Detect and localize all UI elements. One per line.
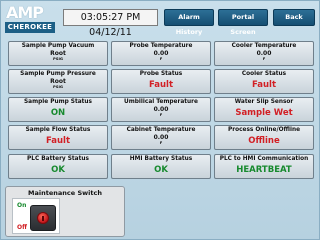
tile-label: Water Slip Sensor [234,99,294,105]
status-value: HEARTBEAT [236,165,292,175]
tile-label: Sample Flow Status [25,127,91,133]
tile-sample-pump-pressure: Sample Pump Pressure Root PSIG [8,69,108,94]
switch-off-label: Off [17,224,27,231]
status-value: Fault [45,136,71,146]
status-value: Sample Wet [235,108,293,118]
tile-umbilical-temperature: Umbilical Temperature 0.00 F [111,97,211,122]
tile-cooler-temperature: Cooler Temperature 0.00 F [214,41,314,66]
tile-unit: F [159,140,163,145]
tile-cabinet-temperature: Cabinet Temperature 0.00 F [111,125,211,150]
tile-unit: F [159,112,163,117]
status-value: ON [50,108,66,118]
tile-label: PLC Battery Status [27,156,89,162]
status-value: OK [154,165,168,175]
tile-unit: F [159,56,163,61]
back-button[interactable]: Back [273,9,315,26]
status-value: Fault [148,80,174,90]
tile-label: Probe Temperature [129,43,193,49]
maintenance-switch-panel: Maintenance Switch On Off [5,186,125,237]
tile-unit: PSIG [52,56,64,61]
tile-unit: PSIG [52,84,64,89]
status-value: Offline [248,136,280,146]
tile-sample-pump-status: Sample Pump Status ON [8,97,108,122]
tile-hmi-battery-status: HMI Battery Status OK [111,154,211,179]
status-value: Fault [251,80,277,90]
tile-label: Sample Pump Pressure [20,71,96,77]
tile-probe-status: Probe Status Fault [111,69,211,94]
maintenance-switch-box: On Off [12,198,60,234]
tile-label: Cooler Status [241,71,287,77]
tile-label: Cooler Temperature [231,43,297,49]
maintenance-switch-title: Maintenance Switch [28,189,102,197]
switch-on-label: On [17,202,27,209]
status-value: OK [51,165,65,175]
tile-cooler-status: Cooler Status Fault [214,69,314,94]
portal-screen-button[interactable]: Portal Screen [218,9,268,36]
tile-label: HMI Battery Status [129,156,193,162]
tile-label: PLC to HMI Communication [219,156,309,162]
logo-cherokee-text: CHEROKEE [5,22,55,33]
tile-plc-hmi-communication: PLC to HMI Communication HEARTBEAT [214,154,314,179]
alarm-history-button[interactable]: Alarm History [164,9,214,36]
datetime-display: 03:05:27 PM 04/12/11 [63,9,158,38]
tile-process-online-offline: Process Online/Offline Offline [214,125,314,150]
tile-sample-flow-status: Sample Flow Status Fault [8,125,108,150]
hmi-screen: AMP CHEROKEE 03:05:27 PM 04/12/11 Alarm … [0,0,320,240]
tile-plc-battery-status: PLC Battery Status OK [8,154,108,179]
tile-water-slip-sensor: Water Slip Sensor Sample Wet [214,97,314,122]
tile-probe-temperature: Probe Temperature 0.00 F [111,41,211,66]
logo-amp-text: AMP [6,3,44,22]
tile-label: Sample Pump Vacuum [21,43,95,49]
tile-label: Umbilical Temperature [124,99,198,105]
tile-label: Process Online/Offline [227,127,301,133]
switch-knob[interactable] [37,212,49,224]
tile-label: Probe Status [139,71,183,77]
tile-label: Cabinet Temperature [126,127,196,133]
tile-unit: F [262,56,266,61]
tile-sample-pump-vacuum: Sample Pump Vacuum Root PSIG [8,41,108,66]
knob-indicator [42,216,44,221]
tile-label: Sample Pump Status [23,99,92,105]
amp-cherokee-logo: AMP CHEROKEE [5,4,55,34]
rotary-switch-icon[interactable] [30,205,56,231]
